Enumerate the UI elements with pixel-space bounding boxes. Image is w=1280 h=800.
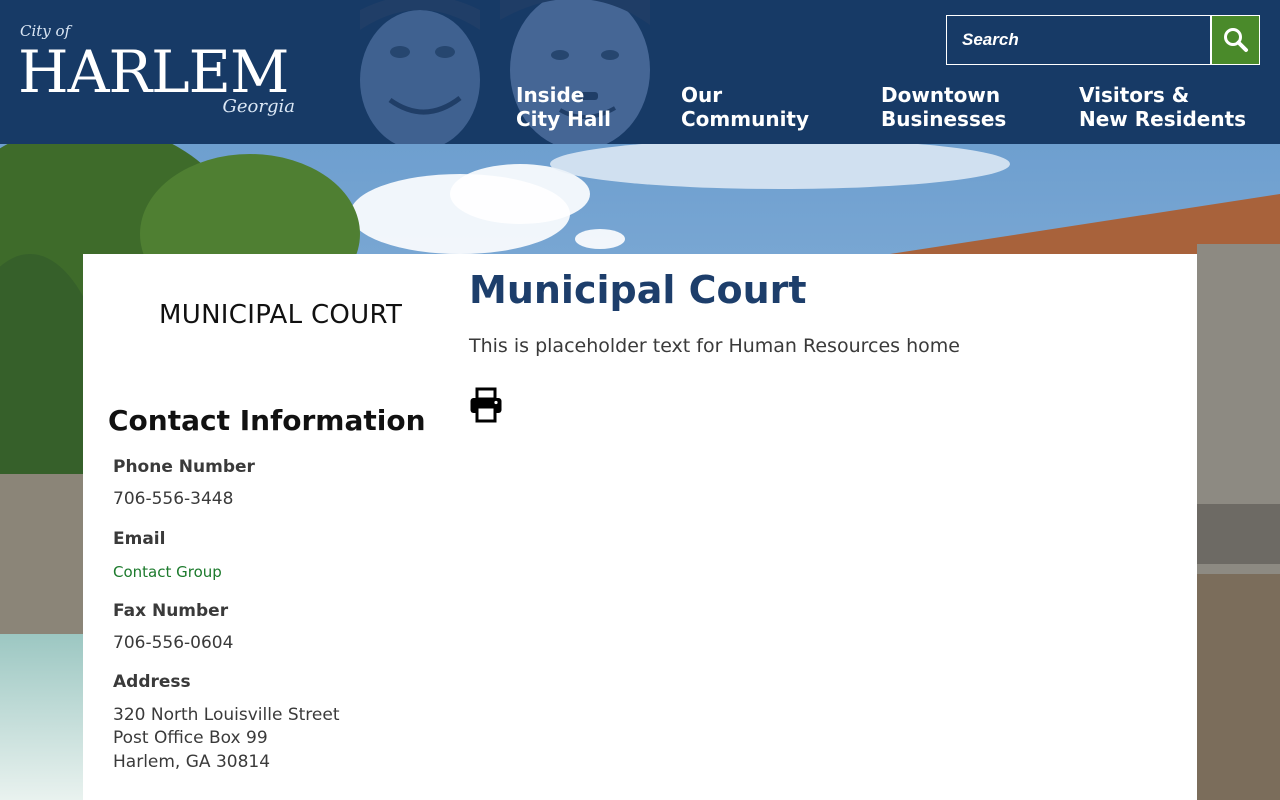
search-icon — [1223, 28, 1248, 52]
fax-value: 706-556-0604 — [113, 633, 234, 653]
email-label: Email — [113, 529, 166, 549]
search-input[interactable] — [946, 15, 1211, 65]
printer-icon — [470, 387, 502, 423]
phone-value: 706-556-3448 — [113, 489, 234, 509]
page-title: Municipal Court — [469, 268, 807, 312]
site-logo[interactable]: City of HARLEM Georgia — [18, 20, 310, 130]
search-button[interactable] — [1211, 15, 1260, 65]
nav-downtown-businesses[interactable]: Downtown Businesses — [881, 83, 1006, 131]
address-line-1: 320 North Louisville Street — [113, 705, 340, 725]
nav-label-line1: Visitors & — [1079, 83, 1190, 107]
nav-label-line2: Businesses — [881, 107, 1007, 131]
nav-label-line2: New Residents — [1079, 107, 1247, 131]
nav-our-community[interactable]: Our Community — [681, 83, 809, 131]
address-line-2: Post Office Box 99 — [113, 728, 268, 748]
address-label: Address — [113, 672, 191, 692]
page-body-text: This is placeholder text for Human Resou… — [469, 335, 960, 357]
print-button[interactable] — [469, 387, 503, 423]
section-title: MUNICIPAL COURT — [159, 300, 403, 330]
nav-label-line1: Downtown — [881, 83, 1001, 107]
nav-label-line1: Our — [681, 83, 723, 107]
logo-state: Georgia — [222, 96, 295, 117]
email-contact-link[interactable]: Contact Group — [113, 563, 222, 581]
phone-label: Phone Number — [113, 457, 255, 477]
nav-visitors-new-residents[interactable]: Visitors & New Residents — [1079, 83, 1246, 131]
content-card: MUNICIPAL COURT Contact Information Phon… — [83, 254, 1197, 800]
site-header: City of HARLEM Georgia Search Inside Cit… — [0, 0, 1280, 144]
address-line-3: Harlem, GA 30814 — [113, 752, 271, 772]
nav-label-line1: Inside — [516, 83, 585, 107]
nav-label-line2: Community — [681, 107, 810, 131]
contact-heading: Contact Information — [108, 404, 426, 437]
fax-label: Fax Number — [113, 601, 229, 621]
nav-inside-city-hall[interactable]: Inside City Hall — [516, 83, 611, 131]
nav-label-line2: City Hall — [516, 107, 612, 131]
